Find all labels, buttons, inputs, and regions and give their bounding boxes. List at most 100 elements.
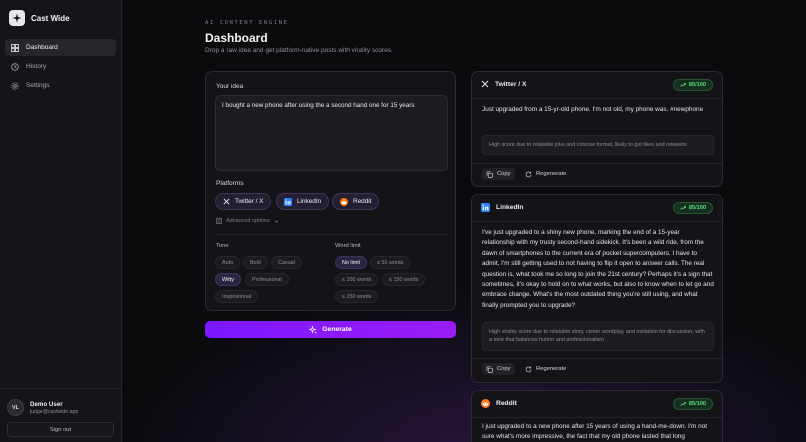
tone-option-witty[interactable]: Witty [215,273,241,286]
form-divider [215,234,448,235]
reddit-icon [481,399,490,408]
copy-icon [486,365,493,373]
card-divider [472,221,722,222]
virality-score-badge: 85/100 [672,202,713,214]
sparkle-logo-icon [9,10,25,26]
linkedin-icon [481,203,490,212]
card-platform-name: Twitter / X [495,80,527,88]
result-card-reddit: Reddit 85/100 I just upgraded to a new p… [471,390,723,442]
copy-icon [486,170,493,178]
copy-button[interactable]: Copy [482,168,515,180]
word-limit-option-100[interactable]: ≤ 100 words [335,273,379,286]
user-email: judge@castwide.app [30,408,79,415]
tone-option-auto[interactable]: Auto [215,256,241,269]
platform-chip-linkedin[interactable]: LinkedIn [276,193,330,210]
word-limit-option-250[interactable]: ≤ 250 words [335,290,379,303]
card-platform-name: LinkedIn [496,204,524,211]
tone-option-inspirational[interactable]: Inspirational [215,290,259,303]
brand[interactable]: Cast Wide [9,10,70,26]
sign-out-button[interactable]: Sign out [7,422,114,437]
linkedin-icon [284,197,292,206]
refresh-icon [525,171,532,178]
card-divider [472,358,722,359]
tone-label: Tone [216,243,229,249]
card-divider [472,163,722,164]
sidebar-item-settings[interactable]: Settings [5,77,116,94]
page-subtitle: Drop a raw idea and get platform-native … [205,47,393,54]
word-limit-option-50[interactable]: ≤ 50 words [370,256,411,269]
tone-option-casual[interactable]: Casual [271,256,302,269]
copy-label: Copy [497,171,511,177]
chevron-down-icon [274,219,279,224]
generate-button[interactable]: Generate [205,321,456,338]
x-icon [223,198,230,205]
platform-chip-reddit[interactable]: Reddit [332,193,380,210]
sidebar-nav: Dashboard History Settings [5,39,116,96]
idea-form-panel: Your idea I bought a new phone after usi… [205,71,456,311]
regenerate-button[interactable]: Regenerate [521,363,570,375]
refresh-icon [525,366,532,373]
platform-chip-label: LinkedIn [297,198,322,205]
score-reason: High virality score due to relatable sto… [482,322,714,351]
sliders-icon [216,218,222,224]
regenerate-label: Regenerate [536,171,567,177]
score-reason: High score due to relatable joke and con… [482,135,714,156]
sidebar-item-dashboard[interactable]: Dashboard [5,39,116,56]
user-name: Demo User [30,400,63,408]
advanced-options-toggle[interactable]: Advanced options [216,218,279,224]
advanced-options-label: Advanced options [226,218,270,224]
regenerate-label: Regenerate [536,366,567,372]
card-header: LinkedIn [481,203,524,212]
idea-label: Your idea [216,83,244,90]
history-icon [11,62,19,71]
avatar: VL [7,399,24,416]
reddit-icon [340,197,348,206]
platform-chip-label: Reddit [353,198,372,205]
user-profile: VL Demo User judge@castwide.app [7,399,117,416]
trend-up-icon [680,82,686,88]
page-eyebrow: AI CONTENT ENGINE [205,20,289,26]
virality-score-badge: 85/100 [672,79,713,91]
word-limit-label: Word limit [335,243,361,249]
generate-label: Generate [322,326,352,333]
sidebar-item-label: History [26,63,47,70]
sparkle-icon [309,325,317,334]
card-header: Reddit [481,399,517,408]
x-icon [481,80,489,88]
word-limit-option-none[interactable]: No limit [335,256,367,269]
copy-button[interactable]: Copy [482,363,515,375]
trend-up-icon [680,401,686,407]
trend-up-icon [680,205,686,211]
result-card-twitter: Twitter / X 85/100 Just upgraded from a … [471,71,723,187]
copy-label: Copy [497,366,511,372]
tone-option-professional[interactable]: Professional [245,273,289,286]
virality-score-value: 85/100 [688,401,706,407]
result-card-linkedin: LinkedIn 85/100 I've just upgraded to a … [471,194,723,383]
platform-chip-twitter[interactable]: Twitter / X [215,193,272,210]
card-divider [472,417,722,418]
sidebar-item-label: Settings [26,82,50,89]
settings-icon [11,81,19,90]
regenerate-button[interactable]: Regenerate [521,168,570,180]
generated-post-text: I've just upgraded to a shiny new phone,… [482,229,714,309]
word-limit-option-150[interactable]: ≤ 150 words [382,273,426,286]
card-divider [472,98,722,99]
virality-score-badge: 85/100 [672,398,713,410]
tone-option-bold[interactable]: Bold [243,256,268,269]
card-platform-name: Reddit [496,400,517,407]
sidebar: Cast Wide Dashboard History Settings VL … [0,0,122,442]
generated-post-text: I just upgraded to a new phone after 15 … [482,423,708,441]
sidebar-item-history[interactable]: History [5,58,116,75]
sidebar-footer: VL Demo User judge@castwide.app Sign out [0,388,122,437]
generated-post-text: Just upgraded from a 15-yr-old phone. I'… [482,106,704,113]
platform-chip-label: Twitter / X [235,198,264,205]
card-header: Twitter / X [481,80,526,88]
page-title: Dashboard [205,31,268,45]
dashboard-icon [11,43,19,52]
sidebar-item-label: Dashboard [26,44,58,51]
platforms-label: Platforms [216,180,244,187]
virality-score-value: 85/100 [688,205,706,211]
virality-score-value: 85/100 [688,82,706,88]
app-name: Cast Wide [31,13,70,23]
idea-textarea[interactable]: I bought a new phone after using the a s… [215,95,448,171]
